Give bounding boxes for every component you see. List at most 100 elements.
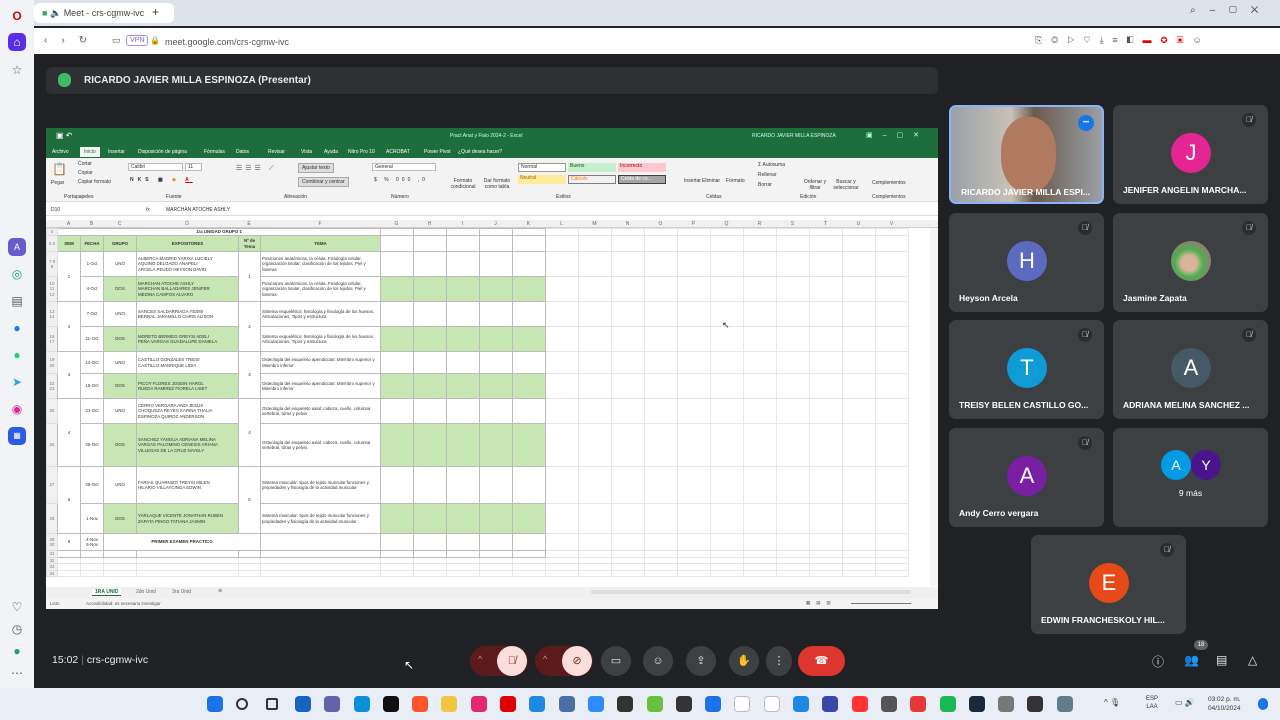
spreadsheet-grid[interactable]: 4 1ra UNIDAD GRUPO 15 6 SEM FECHA GRUPO EXPOS… [46, 228, 909, 577]
cell[interactable] [446, 466, 480, 504]
name-box[interactable]: D10 [51, 207, 93, 213]
cell[interactable] [743, 235, 777, 252]
conditional-format-button[interactable]: Formato condicional [448, 178, 478, 190]
cell-grupo[interactable]: DOS [103, 276, 137, 302]
cell[interactable] [875, 503, 909, 534]
cell[interactable] [710, 373, 744, 399]
cell[interactable] [677, 503, 711, 534]
row-number[interactable]: 28 [46, 503, 58, 534]
cell[interactable] [776, 466, 810, 504]
cell[interactable] [875, 398, 909, 424]
cell-exam[interactable]: PRIMER EXAMEN PRACTICO [103, 533, 261, 551]
cell-expositores[interactable]: FARIAS QUARNIZO TREYSI MILEN HILARIO VIL… [136, 466, 239, 504]
cell[interactable] [743, 466, 777, 504]
cell[interactable] [677, 398, 711, 424]
cell[interactable] [809, 533, 843, 551]
cell[interactable] [677, 326, 711, 352]
sheet-title[interactable]: 1ra UNIDAD GRUPO 1 [57, 228, 381, 236]
cell[interactable] [644, 398, 678, 424]
insert-cells-button[interactable]: Insertar [684, 178, 701, 184]
teams-icon[interactable] [324, 696, 341, 712]
cell[interactable] [743, 276, 777, 302]
formula-input[interactable]: MARCHAN ATOCHE ASHLY [166, 207, 230, 213]
header-grupo[interactable]: GRUPO [103, 235, 137, 252]
cell[interactable] [644, 423, 678, 467]
cell[interactable] [644, 373, 678, 399]
cell[interactable] [512, 533, 546, 551]
cell[interactable] [578, 301, 612, 327]
cell[interactable] [512, 235, 546, 252]
participant-tile[interactable]: ••• RICARDO JAVIER MILLA ESPI... [949, 105, 1104, 204]
telegram-icon[interactable]: ➤ [8, 373, 26, 391]
new-tab-button[interactable]: + [152, 5, 159, 19]
cell[interactable] [809, 398, 843, 424]
menu-5[interactable]: Datos [236, 149, 249, 155]
cell[interactable] [710, 228, 744, 236]
cell-tema-no[interactable]: 4 [238, 398, 261, 467]
cell[interactable] [875, 373, 909, 399]
cell[interactable] [413, 466, 447, 504]
cell-tema[interactable]: Osteología del esqueleto apendicular: Mi… [260, 373, 381, 399]
cell[interactable] [842, 423, 876, 467]
cell-fecha[interactable]: 7-Oct [80, 301, 104, 327]
cell-sem[interactable]: 3 [57, 351, 81, 399]
people-icon[interactable]: 👥 [1184, 653, 1199, 667]
cell[interactable] [611, 373, 645, 399]
cell-expositores[interactable]: PICOY FLORES JOSEIN HAROL RUEDA RAMIREZ … [136, 373, 239, 399]
cell[interactable] [512, 276, 546, 302]
column-header-G[interactable]: G [380, 221, 413, 227]
cell[interactable] [677, 466, 711, 504]
cell[interactable] [776, 326, 810, 352]
cell[interactable] [644, 466, 678, 504]
settings2-icon[interactable] [1056, 696, 1073, 712]
cell[interactable] [644, 569, 678, 577]
autosum-button[interactable]: Σ Autosuma [758, 162, 785, 168]
brave-icon[interactable] [412, 696, 429, 712]
font-select[interactable]: Calibri [128, 163, 183, 171]
more-icon[interactable]: ⋯ [8, 664, 26, 682]
column-header-M[interactable]: M [578, 221, 611, 227]
cell-expositores[interactable]: MORETO BERMEO GREYSI ADELI PEÑA VARGAS G… [136, 326, 239, 352]
cell-tema-no[interactable]: 5 [238, 466, 261, 534]
cell[interactable] [380, 228, 414, 236]
windows-icon[interactable] [207, 696, 223, 712]
cell[interactable] [776, 503, 810, 534]
excel-window-controls[interactable]: ▣–▢✕ [866, 131, 929, 139]
format-cells-button[interactable]: Formato [726, 178, 745, 184]
cell[interactable] [776, 569, 810, 577]
cell[interactable] [710, 351, 744, 374]
cell[interactable] [644, 235, 678, 252]
cell[interactable] [578, 351, 612, 374]
cell[interactable] [512, 228, 546, 236]
column-header-T[interactable]: T [809, 221, 842, 227]
cell[interactable] [578, 326, 612, 352]
column-header-S[interactable]: S [776, 221, 809, 227]
cell[interactable] [809, 351, 843, 374]
cell[interactable] [413, 423, 447, 467]
column-header-Q[interactable]: Q [710, 221, 743, 227]
cell[interactable] [545, 466, 579, 504]
cell[interactable] [80, 569, 104, 577]
cell[interactable] [578, 423, 612, 467]
cell[interactable] [380, 276, 414, 302]
cell[interactable] [611, 235, 645, 252]
cell[interactable] [380, 423, 414, 467]
cell[interactable] [545, 569, 579, 577]
cell[interactable] [578, 569, 612, 577]
cell[interactable] [776, 351, 810, 374]
cell[interactable] [644, 503, 678, 534]
cell-sem[interactable]: 1 [57, 251, 81, 302]
column-header-K[interactable]: K [512, 221, 545, 227]
cell[interactable] [380, 533, 414, 551]
cell[interactable] [743, 301, 777, 327]
cell[interactable] [710, 569, 744, 577]
history-icon[interactable]: ◷ [8, 620, 26, 638]
copy-button[interactable]: Copiar [78, 170, 93, 176]
cell[interactable] [545, 423, 579, 467]
add-sheet-icon[interactable]: ⊕ [218, 588, 222, 594]
cell[interactable] [842, 373, 876, 399]
menu-3[interactable]: Disposición de página [138, 149, 187, 155]
menu-2[interactable]: Insertar [108, 149, 125, 155]
notification-icon[interactable] [1258, 698, 1268, 710]
cell[interactable] [413, 251, 447, 277]
